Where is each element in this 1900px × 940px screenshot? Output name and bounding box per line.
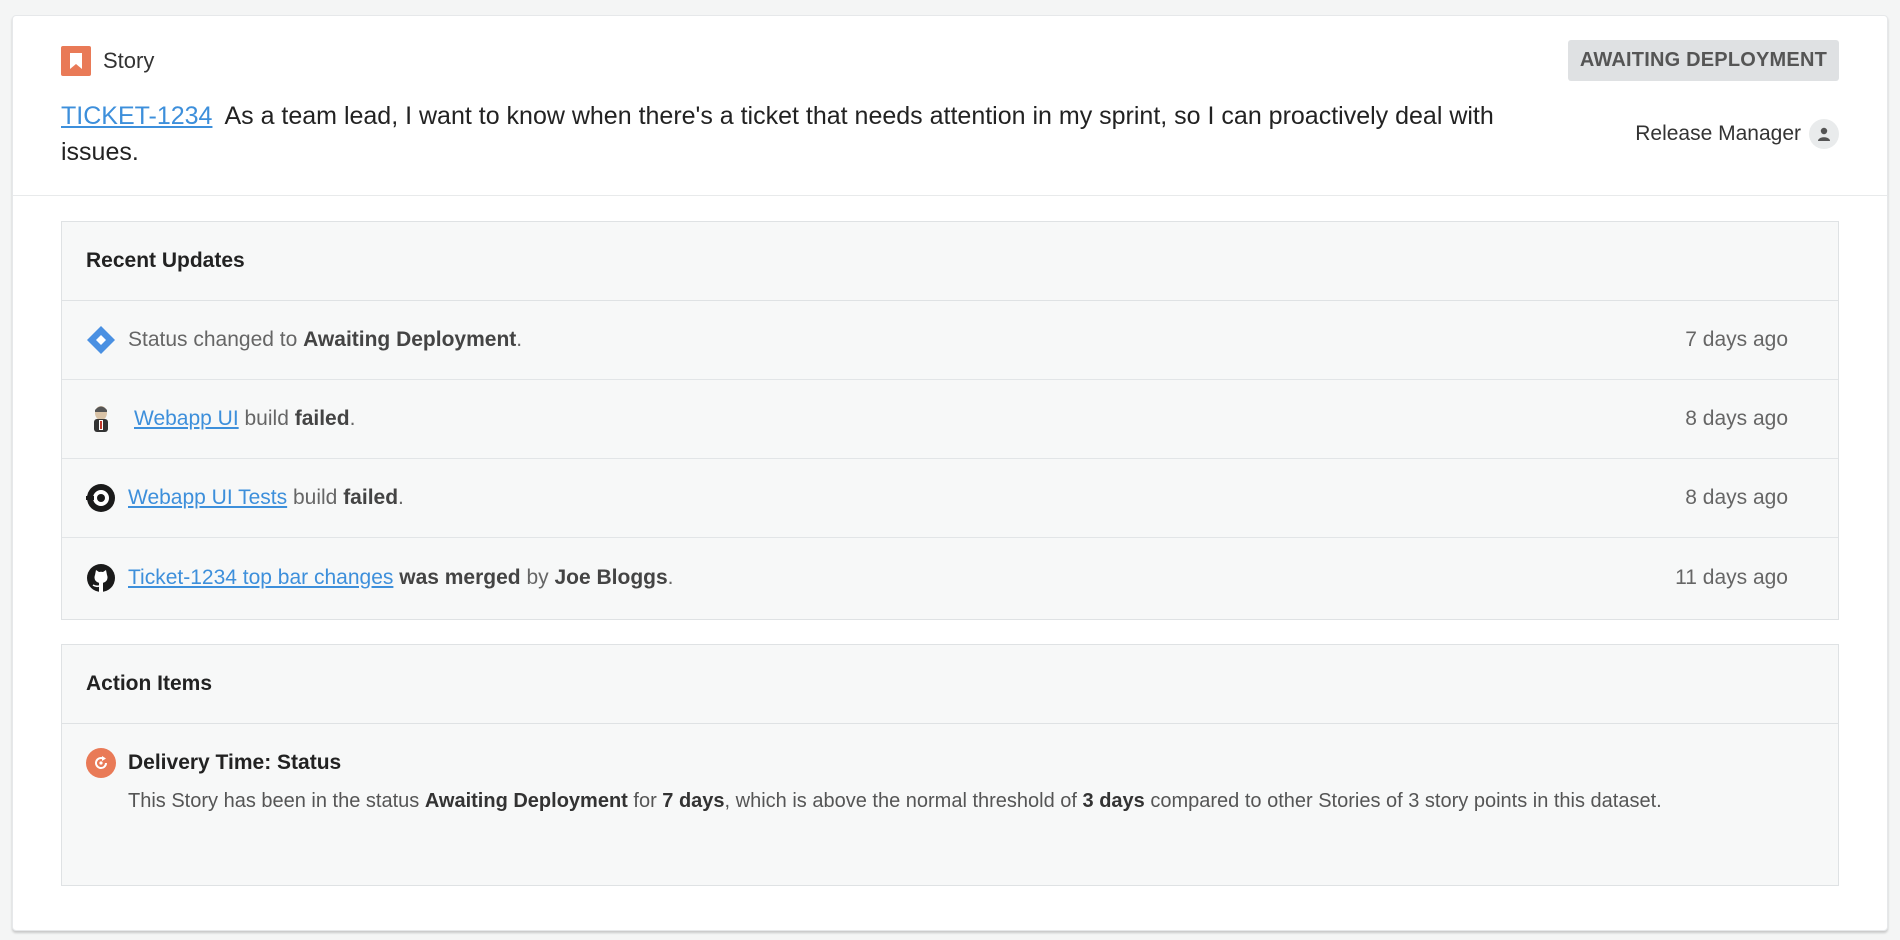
update-text: build (238, 407, 295, 430)
update-author: Joe Bloggs (554, 565, 668, 589)
desc-duration: 7 days (662, 790, 725, 812)
recent-updates-panel: Recent Updates Status changed to Awaitin… (61, 221, 1839, 620)
update-time: 7 days ago (1685, 328, 1788, 351)
assignee[interactable]: Release Manager (1635, 119, 1839, 149)
update-text: by (520, 565, 555, 589)
desc-threshold: 3 days (1082, 790, 1145, 812)
desc-status: Awaiting Deployment (424, 790, 628, 812)
update-end: . (667, 565, 674, 589)
action-item: Delivery Time: Status This Story has bee… (62, 724, 1838, 816)
build-link[interactable]: Webapp UI (134, 407, 239, 430)
ticket-card: Story AWAITING DEPLOYMENT TICKET-1234 As … (12, 15, 1888, 931)
ticket-title: TICKET-1234 As a team lead, I want to kno… (61, 98, 1521, 170)
update-time: 8 days ago (1685, 486, 1788, 509)
user-icon (1809, 119, 1839, 149)
circleci-icon (86, 483, 116, 513)
ticket-id-link[interactable]: TICKET-1234 (61, 102, 212, 130)
pull-request-link[interactable]: Ticket-1234 top bar changes (128, 566, 393, 589)
ticket-header: Story AWAITING DEPLOYMENT TICKET-1234 As … (13, 16, 1887, 196)
update-row: Webapp UI build failed. 8 days ago (62, 380, 1838, 459)
update-text: build (287, 486, 344, 509)
recent-updates-title: Recent Updates (62, 222, 1838, 301)
update-result: failed (294, 407, 350, 430)
update-text: Status changed to (128, 328, 304, 351)
jira-status-icon (86, 325, 116, 355)
update-row: Status changed to Awaiting Deployment. 7… (62, 301, 1838, 380)
update-action: was merged (399, 565, 521, 589)
desc-text: compared to other Stories of 3 story poi… (1144, 790, 1662, 812)
ticket-summary: As a team lead, I want to know when ther… (61, 102, 1494, 166)
desc-text: , which is above the normal threshold of (724, 790, 1083, 812)
update-time: 11 days ago (1675, 565, 1788, 589)
update-end: . (516, 328, 523, 351)
refresh-icon (86, 748, 116, 778)
action-item-title: Delivery Time: Status (128, 751, 342, 774)
issue-type: Story (61, 46, 154, 76)
desc-text: for (627, 790, 663, 812)
issue-type-label: Story (103, 48, 155, 73)
update-row: Ticket-1234 top bar changes was merged b… (62, 538, 1838, 617)
update-end: . (398, 486, 404, 509)
update-row: Webapp UI Tests build failed. 8 days ago (62, 459, 1838, 538)
status-badge: AWAITING DEPLOYMENT (1567, 40, 1839, 81)
update-end: . (349, 407, 356, 430)
action-items-title: Action Items (62, 645, 1838, 724)
action-items-panel: Action Items Delivery Time: Status This … (61, 644, 1839, 886)
update-time: 8 days ago (1685, 407, 1788, 430)
story-bookmark-icon (61, 46, 91, 76)
desc-text: This Story has been in the status (128, 790, 425, 812)
assignee-name: Release Manager (1635, 122, 1801, 145)
github-icon (86, 563, 116, 593)
update-status: Awaiting Deployment (303, 328, 517, 351)
build-link[interactable]: Webapp UI Tests (128, 486, 287, 509)
jenkins-icon (86, 404, 116, 434)
action-item-description: This Story has been in the status Awaiti… (128, 786, 1808, 816)
update-result: failed (343, 486, 399, 509)
